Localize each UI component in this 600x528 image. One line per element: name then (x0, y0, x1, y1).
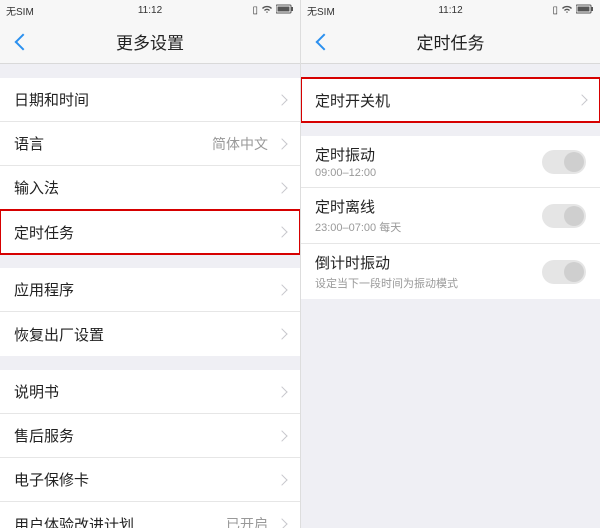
row-ux-program[interactable]: 用户体验改进计划 已开启 (0, 502, 300, 528)
phone-left: 无SIM 11:12 ▯ 更多设置 日期和时间 语言 简体中文 (0, 0, 300, 528)
vibrate-schedule: 09:00–12:00 (315, 167, 376, 179)
offline-schedule: 23:00–07:00 每天 (315, 219, 401, 235)
chevron-right-icon (276, 474, 287, 485)
back-chevron-icon (15, 33, 32, 50)
toggle-countdown[interactable] (542, 260, 586, 284)
chevron-right-icon (276, 182, 287, 193)
scheduled-list: 定时开关机 定时振动 09:00–12:00 定时离线 23:00–07:00 … (301, 64, 600, 528)
back-chevron-icon (316, 33, 333, 50)
ux-status-value: 已开启 (226, 514, 268, 528)
chevron-right-icon (276, 226, 287, 237)
clock: 11:12 (138, 5, 162, 16)
navbar: 定时任务 (301, 20, 600, 64)
row-language[interactable]: 语言 简体中文 (0, 122, 300, 166)
row-scheduled-tasks[interactable]: 定时任务 (0, 210, 300, 254)
row-ime[interactable]: 输入法 (0, 166, 300, 210)
phone-right: 无SIM 11:12 ▯ 定时任务 定时开关机 定时振动 09 (300, 0, 600, 528)
back-button[interactable] (8, 20, 38, 64)
back-button[interactable] (309, 20, 339, 64)
battery-icon (576, 4, 594, 17)
chevron-right-icon (276, 138, 287, 149)
chevron-right-icon (276, 284, 287, 295)
row-datetime[interactable]: 日期和时间 (0, 78, 300, 122)
chevron-right-icon (276, 430, 287, 441)
page-title: 更多设置 (116, 29, 184, 54)
toggle-offline[interactable] (542, 204, 586, 228)
row-scheduled-power[interactable]: 定时开关机 (301, 78, 600, 122)
status-icons: ▯ (252, 4, 294, 17)
row-scheduled-offline[interactable]: 定时离线 23:00–07:00 每天 (301, 188, 600, 244)
row-e-warranty[interactable]: 电子保修卡 (0, 458, 300, 502)
vibrate-icon: ▯ (552, 5, 558, 16)
status-bar: 无SIM 11:12 ▯ (301, 0, 600, 20)
sim-status: 无SIM (307, 3, 335, 18)
chevron-right-icon (576, 94, 587, 105)
wifi-icon (261, 4, 273, 17)
navbar: 更多设置 (0, 20, 300, 64)
clock: 11:12 (438, 5, 462, 16)
language-value: 简体中文 (212, 134, 268, 154)
vibrate-icon: ▯ (252, 5, 258, 16)
status-icons: ▯ (552, 4, 594, 17)
sim-status: 无SIM (6, 3, 34, 18)
countdown-desc: 设定当下一段时间为振动模式 (315, 275, 458, 291)
settings-list: 日期和时间 语言 简体中文 输入法 定时任务 应用程序 (0, 64, 300, 528)
row-apps[interactable]: 应用程序 (0, 268, 300, 312)
row-scheduled-vibrate[interactable]: 定时振动 09:00–12:00 (301, 136, 600, 188)
battery-icon (276, 4, 294, 17)
chevron-right-icon (276, 518, 287, 528)
chevron-right-icon (276, 386, 287, 397)
row-after-sales[interactable]: 售后服务 (0, 414, 300, 458)
page-title: 定时任务 (417, 29, 485, 54)
status-bar: 无SIM 11:12 ▯ (0, 0, 300, 20)
row-factory-reset[interactable]: 恢复出厂设置 (0, 312, 300, 356)
chevron-right-icon (276, 94, 287, 105)
row-countdown-vibrate[interactable]: 倒计时振动 设定当下一段时间为振动模式 (301, 244, 600, 299)
row-manual[interactable]: 说明书 (0, 370, 300, 414)
chevron-right-icon (276, 328, 287, 339)
wifi-icon (561, 4, 573, 17)
toggle-vibrate[interactable] (542, 150, 586, 174)
